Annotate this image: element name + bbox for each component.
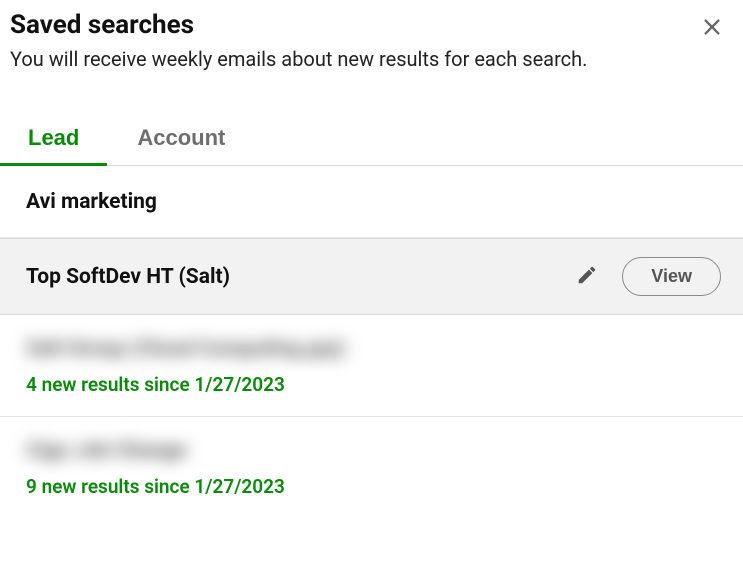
- row-actions: View: [572, 257, 721, 296]
- edit-button[interactable]: [572, 260, 602, 293]
- saved-search-title: Top SoftDev HT (Salt): [26, 265, 572, 289]
- panel-title: Saved searches: [10, 10, 697, 40]
- saved-searches-list: Avi marketing Top SoftDev HT (Salt) View: [0, 166, 743, 518]
- panel-subtitle: You will receive weekly emails about new…: [10, 46, 697, 73]
- tabs: Lead Account: [0, 115, 743, 166]
- saved-searches-panel: Saved searches You will receive weekly e…: [0, 0, 743, 518]
- tab-account[interactable]: Account: [137, 115, 225, 165]
- view-button[interactable]: View: [622, 257, 721, 296]
- saved-search-row[interactable]: Avi marketing: [0, 166, 743, 238]
- new-results-label: 4 new results since 1/27/2023: [26, 373, 285, 396]
- new-results-label: 9 new results since 1/27/2023: [26, 475, 285, 498]
- saved-search-row[interactable]: Salt Group (Cloud Computing grp) 4 new r…: [0, 315, 743, 417]
- saved-search-row[interactable]: Top SoftDev HT (Salt) View: [0, 238, 743, 315]
- header-titles: Saved searches You will receive weekly e…: [10, 10, 697, 73]
- panel-header: Saved searches You will receive weekly e…: [0, 0, 743, 79]
- saved-search-title: Cigo Job Change: [26, 439, 187, 463]
- saved-search-row[interactable]: Cigo Job Change 9 new results since 1/27…: [0, 417, 743, 518]
- saved-search-title: Salt Group (Cloud Computing grp): [26, 337, 346, 361]
- close-button[interactable]: [697, 12, 727, 45]
- tab-lead[interactable]: Lead: [28, 115, 79, 165]
- saved-search-title: Avi marketing: [26, 190, 721, 214]
- close-icon: [701, 16, 723, 41]
- pencil-icon: [576, 264, 598, 289]
